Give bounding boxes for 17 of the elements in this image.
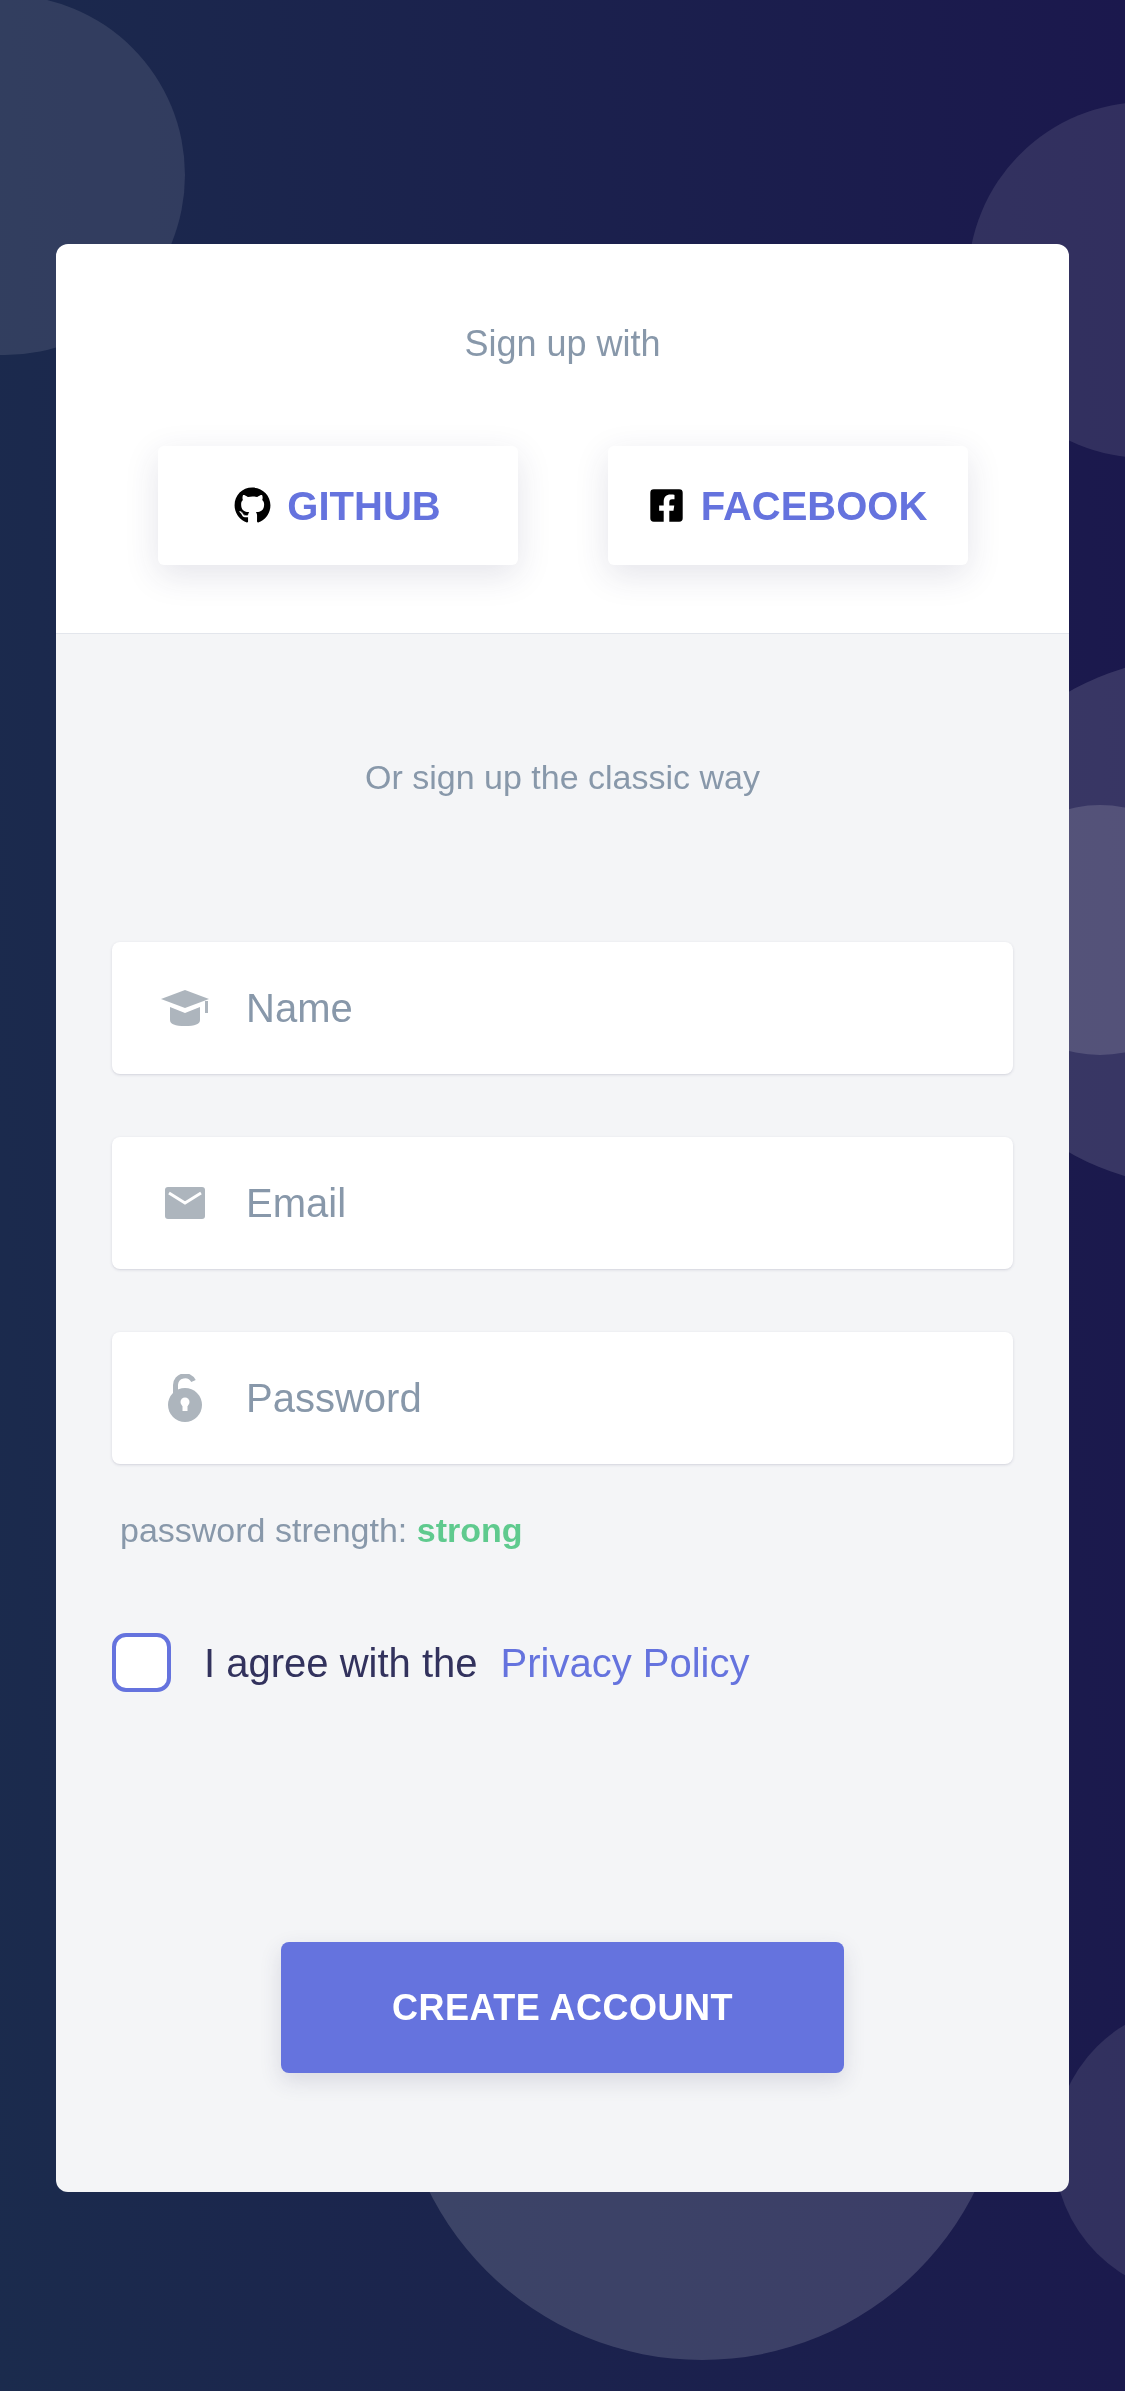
github-icon <box>234 487 272 524</box>
email-field[interactable]: Email <box>112 1137 1013 1269</box>
password-strength-text: password strength: strong <box>119 1510 524 1550</box>
classic-signup-title: Or sign up the classic way <box>364 757 761 797</box>
unlocked-padlock-icon <box>167 1374 203 1422</box>
agreement-label: I agree with the <box>204 1639 478 1687</box>
agree-checkbox[interactable] <box>112 1633 171 1692</box>
facebook-button[interactable]: FACEBOOK <box>607 446 968 565</box>
privacy-policy-link[interactable]: Privacy Policy <box>500 1638 750 1687</box>
github-button[interactable]: GITHUB <box>157 446 518 565</box>
password-field[interactable]: Password <box>112 1332 1013 1464</box>
graduation-cap-icon <box>161 990 209 1026</box>
facebook-icon <box>647 487 685 524</box>
create-account-button[interactable]: CREATE ACCOUNT <box>281 1942 844 2073</box>
name-field[interactable]: Name <box>112 942 1013 1074</box>
social-signup-title: Sign up with <box>464 322 661 365</box>
envelope-icon <box>165 1187 205 1219</box>
